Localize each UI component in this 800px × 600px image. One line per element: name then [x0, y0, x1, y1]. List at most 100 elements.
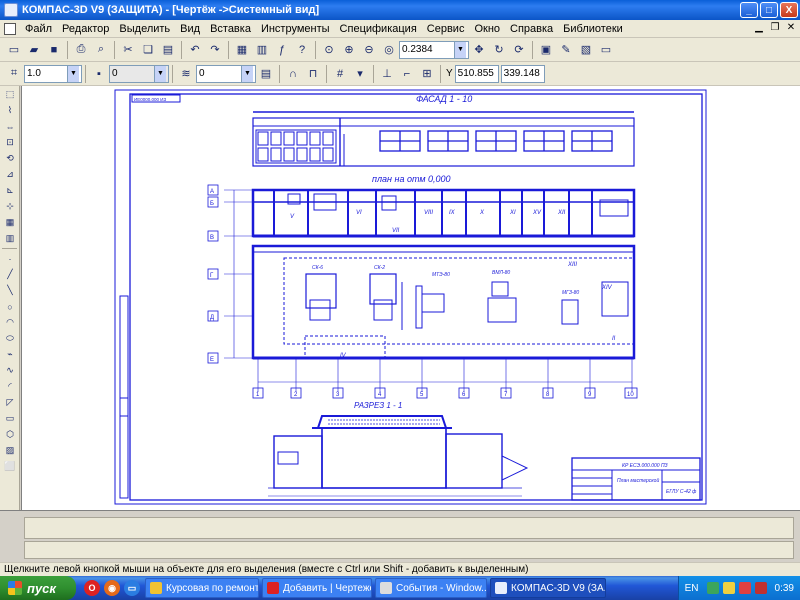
- network-icon[interactable]: [706, 582, 719, 594]
- magnet-icon[interactable]: ∩: [284, 65, 302, 83]
- menu-service[interactable]: Сервис: [422, 23, 470, 35]
- kompas-app-icon[interactable]: [4, 3, 18, 17]
- variables-icon[interactable]: ▥: [253, 41, 271, 59]
- function-icon[interactable]: ƒ: [273, 41, 291, 59]
- menu-libraries[interactable]: Библиотеки: [558, 23, 628, 35]
- menu-help[interactable]: Справка: [505, 23, 558, 35]
- menu-specification[interactable]: Спецификация: [335, 23, 422, 35]
- desktop-icon[interactable]: ▭: [124, 580, 140, 596]
- ellipse-icon[interactable]: ⬭: [2, 331, 18, 346]
- new-file-icon[interactable]: ▭: [5, 41, 23, 59]
- coord-x-field[interactable]: 510.855: [454, 64, 499, 83]
- task-kursovaya[interactable]: Курсовая по ремонту: [145, 578, 259, 598]
- acrobat-icon[interactable]: [754, 582, 767, 594]
- zoom-field[interactable]: 0.2384 ▼: [399, 40, 469, 59]
- circle-icon[interactable]: ○: [2, 299, 18, 314]
- property-panel-tabs[interactable]: [24, 541, 794, 559]
- chamfer-icon[interactable]: ◸: [2, 395, 18, 410]
- zoom-out-icon[interactable]: ⊖: [360, 41, 378, 59]
- property-panel-body[interactable]: [24, 517, 794, 539]
- help-pointer-icon[interactable]: ?: [293, 41, 311, 59]
- round-icon[interactable]: ⊞: [418, 65, 436, 83]
- doc-close-button[interactable]: ✕: [784, 22, 798, 35]
- task-kompas[interactable]: КОМПАС-3D V9 (ЗА...: [490, 578, 606, 598]
- task-opera[interactable]: Добавить | Чертеже...: [262, 578, 372, 598]
- point-icon[interactable]: ·: [2, 251, 18, 266]
- rotate-icon[interactable]: ↻: [490, 41, 508, 59]
- undo-icon[interactable]: ↶: [186, 41, 204, 59]
- print-icon[interactable]: ⎙: [72, 41, 90, 59]
- select-filter-icon[interactable]: ⊹: [2, 199, 18, 214]
- layers-icon[interactable]: ≋: [177, 65, 195, 83]
- layout-icon[interactable]: ▭: [597, 41, 615, 59]
- chevron-down-icon[interactable]: ▼: [154, 65, 166, 82]
- menu-edit[interactable]: Редактор: [57, 23, 114, 35]
- contour-icon[interactable]: ⬜: [2, 459, 18, 474]
- arc-icon[interactable]: ◠: [2, 315, 18, 330]
- start-button[interactable]: пуск: [0, 576, 76, 600]
- paste-icon[interactable]: ▤: [159, 41, 177, 59]
- coord-y-field[interactable]: 339.148: [500, 64, 545, 83]
- open-file-icon[interactable]: ▰: [25, 41, 43, 59]
- dimension-tool-icon[interactable]: ⇔: [2, 119, 18, 134]
- menu-tools[interactable]: Инструменты: [256, 23, 335, 35]
- maximize-button[interactable]: □: [760, 2, 778, 18]
- firefox-icon[interactable]: ◉: [104, 580, 120, 596]
- opera-icon[interactable]: O: [84, 580, 100, 596]
- zoom-icon[interactable]: ⊙: [320, 41, 338, 59]
- view-field[interactable]: 0 ▼: [109, 64, 169, 83]
- document-icon[interactable]: [4, 22, 16, 35]
- layer-field[interactable]: 0 ▼: [196, 64, 256, 83]
- polygon-icon[interactable]: ⬡: [2, 427, 18, 442]
- notation-tool-icon[interactable]: ⊡: [2, 135, 18, 150]
- assoc-tool-icon[interactable]: ▦: [2, 215, 18, 230]
- param-tool-icon[interactable]: ⊿: [2, 167, 18, 182]
- antivirus-icon[interactable]: [738, 582, 751, 594]
- auxline-icon[interactable]: ╱: [2, 267, 18, 282]
- menu-view[interactable]: Вид: [175, 23, 205, 35]
- segment-icon[interactable]: ╲: [2, 283, 18, 298]
- menu-window[interactable]: Окно: [469, 23, 505, 35]
- doc-restore-button[interactable]: ❐: [768, 22, 782, 35]
- window-title-bar[interactable]: КОМПАС-3D V9 (ЗАЩИТА) - [Чертёж ->Систем…: [0, 0, 800, 20]
- save-icon[interactable]: ■: [45, 41, 63, 59]
- menu-select[interactable]: Выделить: [114, 23, 175, 35]
- snap-icon[interactable]: ⊓: [304, 65, 322, 83]
- edit-tool-icon[interactable]: ⟲: [2, 151, 18, 166]
- drawing-canvas[interactable]: ИЕ0000.000 ИЗ ФАСАД 1 - 10 план на отм 0…: [21, 86, 800, 510]
- preview-icon[interactable]: ⌕: [92, 41, 110, 59]
- pan-icon[interactable]: ✥: [470, 41, 488, 59]
- measure-tool-icon[interactable]: ⊾: [2, 183, 18, 198]
- hatch-icon[interactable]: ▨: [2, 443, 18, 458]
- task-events[interactable]: События - Window...: [375, 578, 487, 598]
- select-tool-icon[interactable]: ⬚: [2, 87, 18, 102]
- panel-icon[interactable]: ▧: [577, 41, 595, 59]
- fillet-icon[interactable]: ◜: [2, 379, 18, 394]
- minimize-button[interactable]: _: [740, 2, 758, 18]
- doc-minimize-button[interactable]: ▁: [752, 22, 766, 35]
- manager-icon[interactable]: ▦: [233, 41, 251, 59]
- local-cs-icon[interactable]: ⊥: [378, 65, 396, 83]
- zoom-fit-icon[interactable]: ◎: [380, 41, 398, 59]
- grid-icon[interactable]: #: [331, 65, 349, 83]
- menu-insert[interactable]: Вставка: [205, 23, 256, 35]
- grid-options-icon[interactable]: ▾: [351, 65, 369, 83]
- cut-icon[interactable]: ✂: [119, 41, 137, 59]
- bezier-icon[interactable]: ∿: [2, 363, 18, 378]
- language-indicator[interactable]: EN: [685, 583, 699, 594]
- properties-icon[interactable]: ▣: [537, 41, 555, 59]
- close-button[interactable]: X: [780, 2, 798, 18]
- spec-tool-icon[interactable]: ▥: [2, 231, 18, 246]
- line-scale-field[interactable]: 1.0 ▼: [24, 64, 82, 83]
- refresh-icon[interactable]: ⟳: [510, 41, 528, 59]
- layer-icon[interactable]: ▪: [90, 65, 108, 83]
- snap-grid-icon[interactable]: ⌗: [5, 65, 23, 83]
- rectangle-icon[interactable]: ▭: [2, 411, 18, 426]
- chevron-down-icon[interactable]: ▼: [67, 65, 79, 82]
- polyline-icon[interactable]: ⌁: [2, 347, 18, 362]
- menu-file[interactable]: Файл: [20, 23, 57, 35]
- geometry-tool-icon[interactable]: ⌇: [2, 103, 18, 118]
- chevron-down-icon[interactable]: ▼: [454, 41, 466, 58]
- chevron-down-icon[interactable]: ▼: [241, 65, 253, 82]
- pick-icon[interactable]: ✎: [557, 41, 575, 59]
